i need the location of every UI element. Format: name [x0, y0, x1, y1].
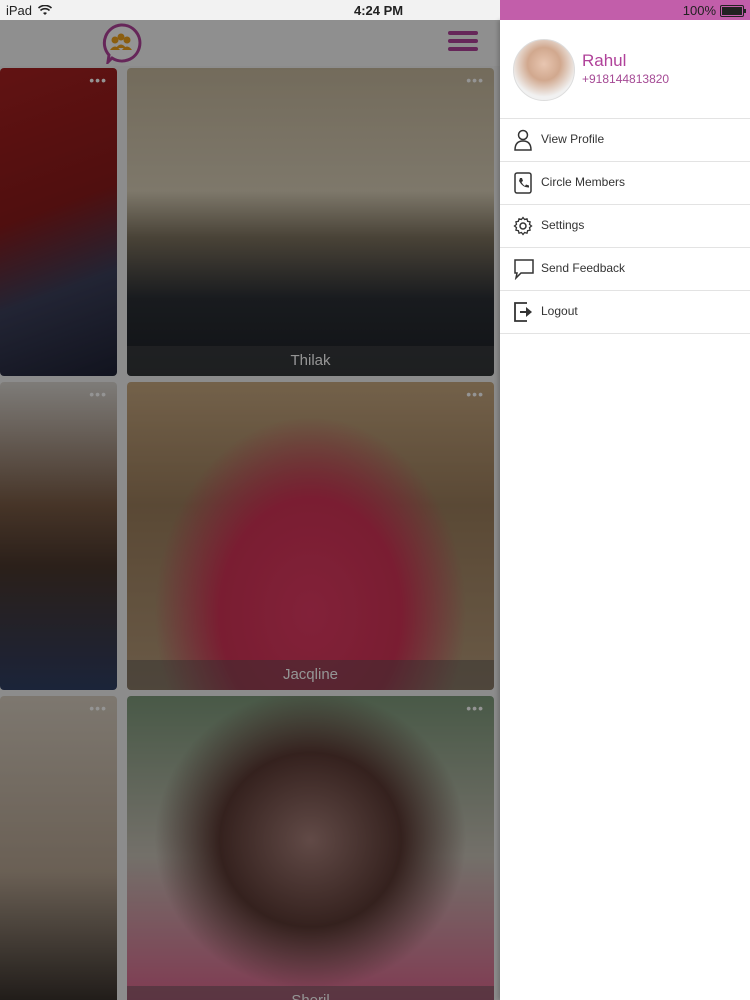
profile-header[interactable]: Rahul +918144813820 — [500, 20, 750, 119]
dim-overlay[interactable] — [0, 20, 500, 1000]
battery-icon — [720, 4, 746, 17]
menu-item-label: Circle Members — [541, 175, 626, 189]
menu-item-label: Send Feedback — [541, 261, 626, 275]
menu-item-circle-members[interactable]: Circle Members — [500, 162, 750, 205]
status-battery: 100% — [682, 3, 746, 18]
wifi-icon — [38, 5, 53, 15]
person-icon — [514, 129, 532, 151]
logout-icon — [514, 302, 532, 322]
status-bar: iPad 4:24 PM 100% — [0, 0, 750, 20]
menu-item-label: View Profile — [541, 132, 605, 146]
device-label: iPad — [6, 3, 33, 18]
profile-phone: +918144813820 — [582, 72, 670, 86]
menu-item-settings[interactable]: Settings — [500, 205, 750, 248]
speech-bubble-icon — [514, 259, 534, 280]
menu-item-send-feedback[interactable]: Send Feedback — [500, 248, 750, 291]
status-time: 4:24 PM — [354, 3, 404, 18]
profile-name: Rahul — [582, 51, 627, 70]
status-left: iPad — [6, 3, 53, 18]
battery-fill — [722, 6, 742, 15]
menu-item-logout[interactable]: Logout — [500, 291, 750, 334]
phone-book-icon — [514, 172, 532, 194]
menu-item-label: Settings — [541, 218, 585, 232]
menu-item-label: Logout — [541, 304, 578, 318]
gear-icon — [513, 216, 533, 236]
side-drawer: Rahul +918144813820 View Profile Circle … — [500, 20, 750, 1000]
avatar — [513, 39, 575, 101]
menu-item-view-profile[interactable]: View Profile — [500, 119, 750, 162]
battery-percent: 100% — [682, 3, 716, 18]
